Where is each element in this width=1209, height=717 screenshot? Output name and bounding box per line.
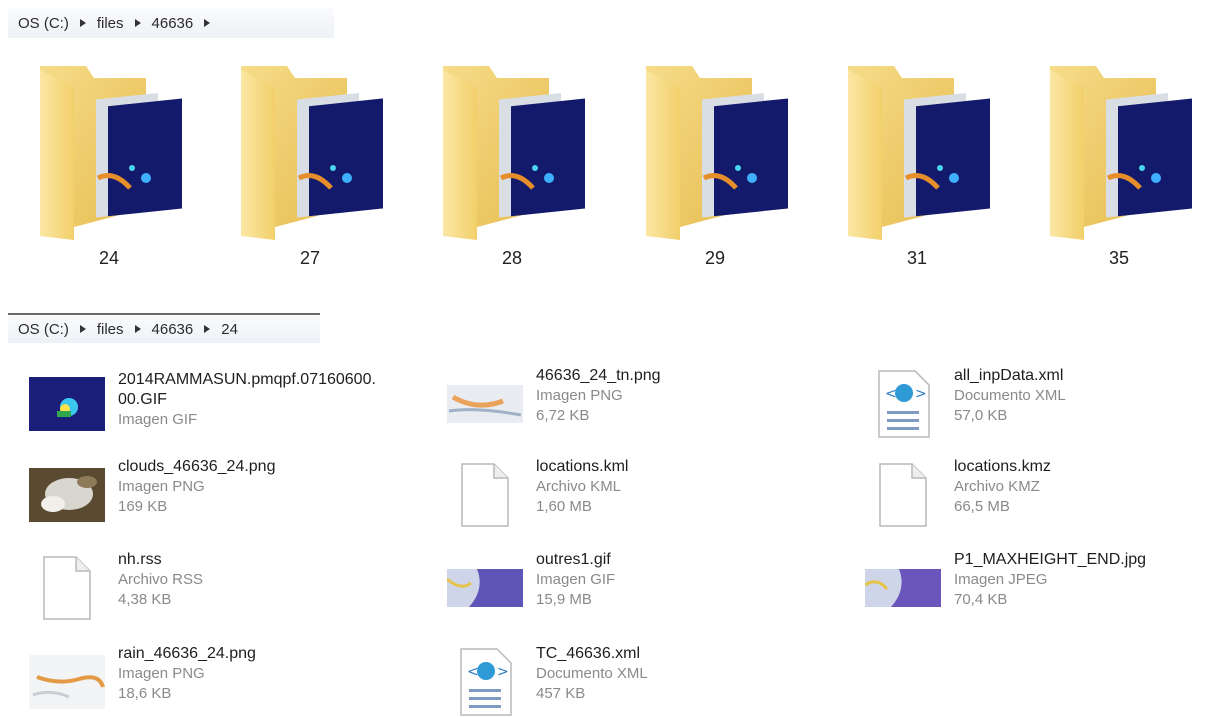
- file-item[interactable]: outres1.gif Imagen GIF 15,9 MB: [446, 548, 846, 632]
- file-item[interactable]: < > TC_46636.xml Documento XML 457 KB: [446, 642, 846, 717]
- file-item[interactable]: clouds_46636_24.png Imagen PNG 169 KB: [28, 455, 438, 539]
- folder-icon: [34, 58, 184, 248]
- svg-text:>: >: [497, 664, 509, 680]
- file-list: 2014RAMMASUN.pmqpf.07160600. 00.GIF Imag…: [0, 360, 1209, 717]
- file-name: nh.rss: [118, 551, 162, 568]
- chevron-right-icon[interactable]: [134, 19, 141, 27]
- breadcrumb-item-46636[interactable]: 46636: [152, 15, 194, 32]
- folder-label: 24: [98, 248, 120, 268]
- svg-text:<: <: [885, 386, 897, 402]
- file-type: Documento XML: [536, 665, 648, 682]
- blank-file-icon: [28, 548, 106, 628]
- file-item[interactable]: P1_MAXHEIGHT_END.jpg Imagen JPEG 70,4 KB: [864, 548, 1204, 632]
- file-name: locations.kml: [536, 458, 629, 475]
- folder-icon: [1044, 58, 1194, 248]
- radar-image-thumbnail: [28, 364, 106, 444]
- folder-icon: [235, 58, 385, 248]
- folder-item[interactable]: 35: [1044, 58, 1194, 286]
- file-name: locations.kmz: [954, 458, 1051, 475]
- file-size: 57,0 KB: [954, 407, 1008, 424]
- file-name: clouds_46636_24.png: [118, 458, 276, 475]
- file-item[interactable]: rain_46636_24.png Imagen PNG 18,6 KB: [28, 642, 438, 717]
- svg-text:<: <: [467, 664, 479, 680]
- folder-item[interactable]: 24: [34, 58, 184, 286]
- file-size: 15,9 MB: [536, 591, 592, 608]
- file-name-continued: 00.GIF: [118, 391, 167, 408]
- xml-document-icon: < >: [446, 642, 524, 717]
- chevron-right-icon[interactable]: [134, 325, 141, 333]
- chevron-right-icon[interactable]: [204, 19, 211, 27]
- file-type: Imagen PNG: [118, 478, 205, 495]
- folder-label: 27: [299, 248, 321, 268]
- map-image-thumbnail: [446, 364, 524, 444]
- file-type: Archivo KML: [536, 478, 622, 495]
- file-size: 1,60 MB: [536, 498, 592, 515]
- file-type: Imagen JPEG: [954, 571, 1048, 588]
- file-item[interactable]: locations.kmz Archivo KMZ 66,5 MB: [864, 455, 1204, 539]
- file-item[interactable]: 46636_24_tn.png Imagen PNG 6,72 KB: [446, 364, 846, 448]
- satellite-image-thumbnail: [28, 455, 106, 535]
- file-name: rain_46636_24.png: [118, 645, 256, 662]
- file-item[interactable]: 2014RAMMASUN.pmqpf.07160600. 00.GIF Imag…: [28, 364, 438, 448]
- blank-file-icon: [864, 455, 942, 535]
- blank-file-icon: [446, 455, 524, 535]
- breadcrumb-item-files[interactable]: files: [97, 321, 124, 338]
- file-size: 4,38 KB: [118, 591, 172, 608]
- folder-item[interactable]: 28: [437, 58, 587, 286]
- folder-item[interactable]: 31: [842, 58, 992, 286]
- folder-label: 28: [501, 248, 523, 268]
- file-size: 70,4 KB: [954, 591, 1008, 608]
- folder-grid: 24 27 28 29 31 35: [0, 58, 1209, 288]
- file-type: Documento XML: [954, 387, 1066, 404]
- file-type: Archivo RSS: [118, 571, 204, 588]
- file-item[interactable]: locations.kml Archivo KML 1,60 MB: [446, 455, 846, 539]
- folder-label: 35: [1108, 248, 1130, 268]
- file-name: TC_46636.xml: [536, 645, 641, 662]
- folder-item[interactable]: 29: [640, 58, 790, 286]
- folder-label: 29: [704, 248, 726, 268]
- breadcrumb-item-drive[interactable]: OS (C:): [18, 321, 69, 338]
- breadcrumb-item-24[interactable]: 24: [221, 321, 238, 338]
- breadcrumb[interactable]: OS (C:) files 46636 24: [8, 313, 320, 343]
- map-purple-thumbnail: [446, 548, 524, 628]
- file-type: Imagen GIF: [536, 571, 616, 588]
- breadcrumb-item-46636[interactable]: 46636: [152, 321, 194, 338]
- file-size: 18,6 KB: [118, 685, 172, 702]
- folder-label: 31: [906, 248, 928, 268]
- breadcrumb-item-drive[interactable]: OS (C:): [18, 15, 69, 32]
- file-name: 2014RAMMASUN.pmqpf.07160600.: [118, 371, 376, 388]
- file-item[interactable]: nh.rss Archivo RSS 4,38 KB: [28, 548, 438, 632]
- svg-text:>: >: [915, 386, 927, 402]
- file-type: Imagen GIF: [118, 411, 198, 428]
- chevron-right-icon[interactable]: [204, 325, 211, 333]
- file-size: 6,72 KB: [536, 407, 590, 424]
- file-name: 46636_24_tn.png: [536, 367, 661, 384]
- map-image-thumbnail: [28, 642, 106, 717]
- folder-icon: [842, 58, 992, 248]
- file-size: 169 KB: [118, 498, 168, 515]
- file-type: Archivo KMZ: [954, 478, 1040, 495]
- folder-icon: [437, 58, 587, 248]
- breadcrumb-item-files[interactable]: files: [97, 15, 124, 32]
- map-purple-thumbnail: [864, 548, 942, 628]
- chevron-right-icon[interactable]: [79, 325, 86, 333]
- file-size: 66,5 MB: [954, 498, 1010, 515]
- chevron-right-icon[interactable]: [79, 19, 86, 27]
- file-type: Imagen PNG: [118, 665, 205, 682]
- folder-icon: [640, 58, 790, 248]
- folder-item[interactable]: 27: [235, 58, 385, 286]
- file-name: all_inpData.xml: [954, 367, 1064, 384]
- xml-document-icon: < >: [864, 364, 942, 444]
- file-name: P1_MAXHEIGHT_END.jpg: [954, 551, 1147, 568]
- file-size: 457 KB: [536, 685, 586, 702]
- file-name: outres1.gif: [536, 551, 611, 568]
- file-type: Imagen PNG: [536, 387, 623, 404]
- file-item[interactable]: < > all_inpData.xml Documento XML 57,0 KB: [864, 364, 1204, 448]
- breadcrumb[interactable]: OS (C:) files 46636: [8, 8, 334, 38]
